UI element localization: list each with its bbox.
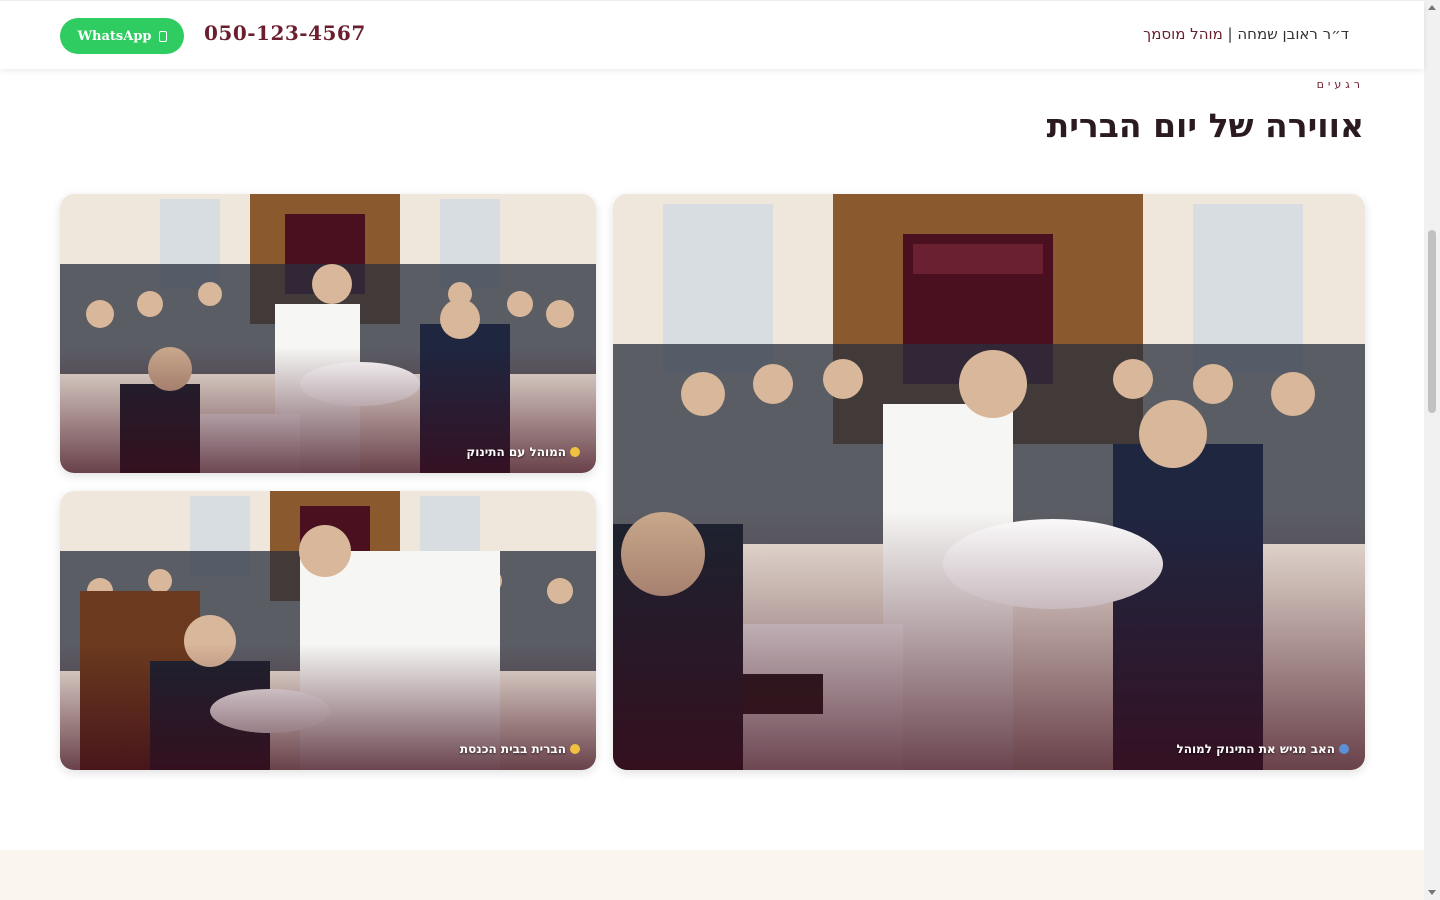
gallery-item-synagogue[interactable]: הברית בבית הכנסת <box>60 491 596 770</box>
page-scrollbar[interactable] <box>1424 0 1440 900</box>
section-eyebrow: רגעים <box>1316 78 1364 91</box>
whatsapp-label: WhatsApp <box>77 28 152 44</box>
brand-name: ד״ר ראובן שמחה | <box>1222 25 1349 43</box>
next-section-band <box>0 850 1424 900</box>
gallery-item-mohel-with-baby[interactable]: המוהל עם התינוק <box>60 194 596 473</box>
scroll-down-icon[interactable] <box>1428 890 1436 895</box>
whatsapp-button[interactable]: WhatsApp <box>60 18 184 54</box>
gallery-item-father-presents[interactable]: האב מגיש את התינוק למוהל <box>613 194 1365 770</box>
phone-link[interactable]: 050-123-4567 <box>204 21 366 45</box>
phone-icon <box>158 30 167 42</box>
brand-subtitle: מוהל מוסמך <box>1143 25 1223 43</box>
synagogue-icon <box>570 744 580 754</box>
gallery-caption: הברית בבית הכנסת <box>460 742 580 756</box>
gallery-caption: האב מגיש את התינוק למוהל <box>1176 742 1349 756</box>
person-icon <box>1339 744 1349 754</box>
scrollbar-thumb[interactable] <box>1428 230 1436 413</box>
smile-icon <box>570 447 580 457</box>
section-title: אווירה של יום הברית <box>1046 106 1364 145</box>
site-header: WhatsApp 050-123-4567 ד״ר ראובן שמחה | מ… <box>0 0 1424 69</box>
caption-shade <box>613 510 1365 770</box>
gallery-caption: המוהל עם התינוק <box>466 445 580 459</box>
brand[interactable]: ד״ר ראובן שמחה | מוהל מוסמך <box>1143 25 1349 43</box>
scroll-up-icon[interactable] <box>1428 5 1436 10</box>
